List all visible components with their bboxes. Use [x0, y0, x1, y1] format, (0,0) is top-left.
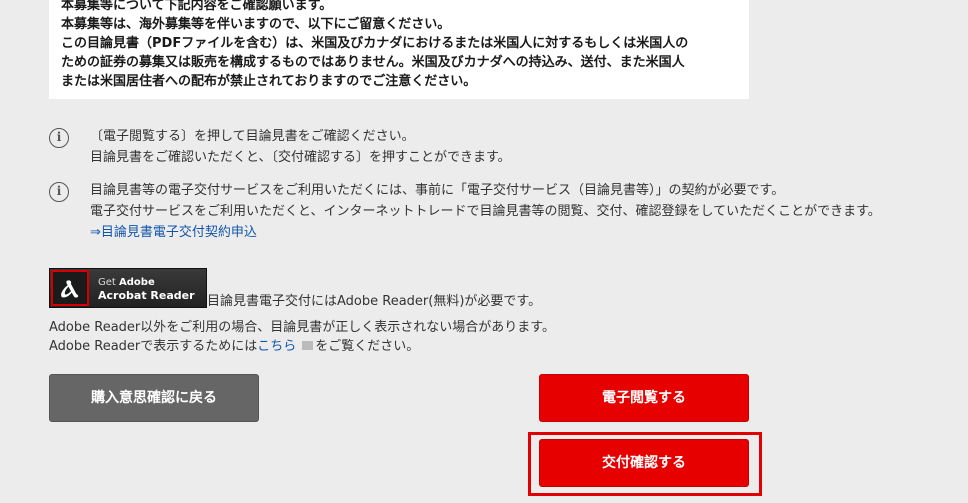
info-line: 目論見書等の電子交付サービスをご利用いただくには、事前に「電子交付サービス（目論…: [90, 183, 785, 198]
notice-line: 本募集等について下記内容をご確認願います。: [61, 0, 333, 13]
info-icon: i: [49, 128, 69, 148]
back-to-purchase-confirmation-button[interactable]: 購入意思確認に戻る: [49, 374, 259, 422]
notice-line: 本募集等は、海外募集等を伴いますので、以下にご留意ください。: [61, 17, 451, 32]
info-line: 〔電子閲覧する〕を押して目論見書をご確認ください。: [90, 129, 415, 144]
adobe-note-line: Adobe Reader以外をご利用の場合、目論見書が正しく表示されない場合があ…: [49, 320, 555, 335]
info-icon: i: [49, 182, 69, 202]
overseas-notice-box: 本募集等について下記内容をご確認願います。 本募集等は、海外募集等を伴いますので…: [49, 0, 749, 99]
info-block-view-instructions: i 〔電子閲覧する〕を押して目論見書をご確認ください。 目論見書をご確認いただく…: [49, 126, 511, 168]
delivery-confirm-button[interactable]: 交付確認する: [539, 439, 749, 487]
adobe-note-prefix: Adobe Readerで表示するためには: [49, 339, 258, 354]
adobe-help-link[interactable]: こちら: [257, 339, 296, 354]
acrobat-logo-icon: Ⲁ: [51, 270, 89, 306]
badge-product-name: Acrobat Reader: [98, 289, 195, 302]
badge-brand-text: Adobe: [119, 277, 155, 288]
adobe-note-suffix: をご覧ください。: [315, 339, 420, 354]
e-delivery-contract-link[interactable]: ⇒目論見書電子交付契約申込: [90, 225, 257, 240]
adobe-notes: Adobe Reader以外をご利用の場合、目論見書が正しく表示されない場合があ…: [49, 318, 555, 356]
get-acrobat-reader-badge[interactable]: Ⲁ Get Adobe Acrobat Reader: [49, 268, 207, 308]
info-line: 目論見書をご確認いただくと、〔交付確認する〕を押すことができます。: [90, 150, 511, 165]
badge-get-text: Get: [98, 277, 116, 288]
notice-line: この目論見書（PDFファイルを含む）は、米国及びカナダにおけるまたは米国人に対す…: [61, 36, 689, 51]
electronic-view-button[interactable]: 電子閲覧する: [539, 374, 749, 422]
adobe-requirement-text: 目論見書電子交付にはAdobe Reader(無料)が必要です。: [207, 294, 542, 309]
external-window-icon: [302, 341, 314, 350]
info-block-e-delivery: i 目論見書等の電子交付サービスをご利用いただくには、事前に「電子交付サービス（…: [49, 180, 881, 243]
notice-line: ための証券の募集又は販売を構成するものではありません。米国及びカナダへの持込み、…: [61, 55, 685, 70]
info-line: 電子交付サービスをご利用いただくと、インターネットトレードで目論見書等の閲覧、交…: [90, 204, 881, 219]
notice-line: または米国居住者への配布が禁止されておりますのでご注意ください。: [61, 74, 477, 89]
